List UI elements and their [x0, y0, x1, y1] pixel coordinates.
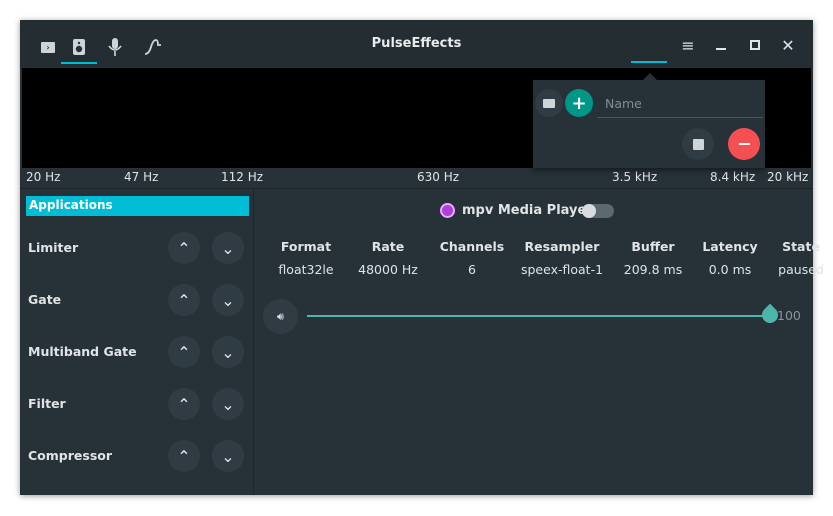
sidebar-item-label: Limiter	[28, 240, 79, 255]
menu-button[interactable]: ≡	[677, 34, 699, 56]
freq-label: 20 kHz	[767, 170, 809, 184]
applications-panel: mpv Media Player Format float32le Rate 4…	[255, 189, 824, 495]
sidebar-item-filter[interactable]: Filter ⌃ ⌄	[20, 384, 254, 424]
column-header: State	[782, 239, 820, 254]
sidebar-item-applications[interactable]: Applications	[26, 196, 249, 216]
move-up-button[interactable]: ⌃	[168, 336, 200, 368]
sidebar-item-limiter[interactable]: Limiter ⌃ ⌄	[20, 228, 254, 268]
move-down-button[interactable]: ⌄	[212, 388, 244, 420]
chevron-up-icon: ⌃	[177, 394, 191, 414]
close-icon: ✕	[781, 35, 795, 55]
move-up-button[interactable]: ⌃	[168, 440, 200, 472]
move-up-button[interactable]: ⌃	[168, 388, 200, 420]
plugin-sidebar: Applications Limiter ⌃ ⌄ Gate ⌃ ⌄ Multib…	[20, 189, 254, 495]
minus-icon	[738, 143, 750, 145]
presets-popover: +	[533, 73, 765, 168]
maximize-icon	[750, 40, 760, 50]
volume-slider[interactable]	[307, 315, 770, 317]
freq-label: 112 Hz	[221, 170, 264, 184]
chevron-down-icon: ⌄	[221, 446, 235, 466]
freq-label: 630 Hz	[417, 170, 460, 184]
move-down-button[interactable]: ⌄	[212, 284, 244, 316]
switch-knob	[582, 204, 596, 218]
sidebar-item-compressor[interactable]: Compressor ⌃ ⌄	[20, 436, 254, 476]
column-header: Resampler	[524, 239, 600, 254]
mute-button[interactable]: 🔊︎	[263, 299, 298, 334]
column-header: Channels	[439, 239, 505, 254]
move-up-button[interactable]: ⌃	[168, 232, 200, 264]
app-enable-switch[interactable]	[582, 204, 614, 218]
preset-name-input[interactable]	[597, 90, 763, 118]
sidebar-item-label: Compressor	[28, 448, 113, 463]
chevron-up-icon: ⌃	[177, 342, 191, 362]
presets-tab-indicator	[631, 61, 667, 63]
save-preset-button[interactable]	[682, 128, 714, 160]
volume-value: 100	[777, 308, 801, 323]
chevron-down-icon: ⌄	[221, 238, 235, 258]
freq-label: 3.5 kHz	[612, 170, 658, 184]
chevron-up-icon: ⌃	[177, 446, 191, 466]
import-preset-button[interactable]	[535, 89, 563, 117]
channels-value: 6	[468, 262, 476, 277]
folder-icon	[543, 98, 555, 108]
chevron-up-icon: ⌃	[177, 238, 191, 258]
sidebar-item-gate[interactable]: Gate ⌃ ⌄	[20, 280, 254, 320]
chevron-down-icon: ⌄	[221, 342, 235, 362]
chevron-down-icon: ⌄	[221, 290, 235, 310]
volume-icon: 🔊︎	[277, 309, 284, 323]
add-preset-button[interactable]: +	[565, 89, 593, 117]
freq-label: 47 Hz	[124, 170, 159, 184]
header-bar: › PulseEffects ≡ ✕	[20, 20, 813, 68]
chevron-up-icon: ⌃	[177, 290, 191, 310]
save-icon	[692, 138, 704, 150]
menu-icon: ≡	[681, 35, 695, 55]
minimize-icon	[716, 48, 726, 50]
freq-label: 20 Hz	[26, 170, 61, 184]
close-button[interactable]: ✕	[777, 34, 799, 56]
maximize-button[interactable]	[744, 34, 766, 56]
minimize-button[interactable]	[710, 34, 732, 56]
chevron-down-icon: ⌄	[221, 394, 235, 414]
sidebar-item-multiband-gate[interactable]: Multiband Gate ⌃ ⌄	[20, 332, 254, 372]
remove-preset-button[interactable]	[728, 128, 760, 160]
sidebar-item-label: Filter	[28, 396, 66, 411]
freq-label: 8.4 kHz	[710, 170, 756, 184]
app-name: mpv Media Player	[462, 203, 593, 218]
move-down-button[interactable]: ⌄	[212, 336, 244, 368]
app-icon	[440, 203, 455, 218]
sidebar-item-label: Gate	[28, 292, 62, 307]
move-down-button[interactable]: ⌄	[212, 440, 244, 472]
move-up-button[interactable]: ⌃	[168, 284, 200, 316]
state-value: paused	[778, 262, 824, 277]
move-down-button[interactable]: ⌄	[212, 232, 244, 264]
resampler-value: speex-float-1	[520, 262, 604, 277]
plus-icon: +	[571, 92, 587, 114]
sidebar-item-label: Multiband Gate	[28, 344, 137, 359]
